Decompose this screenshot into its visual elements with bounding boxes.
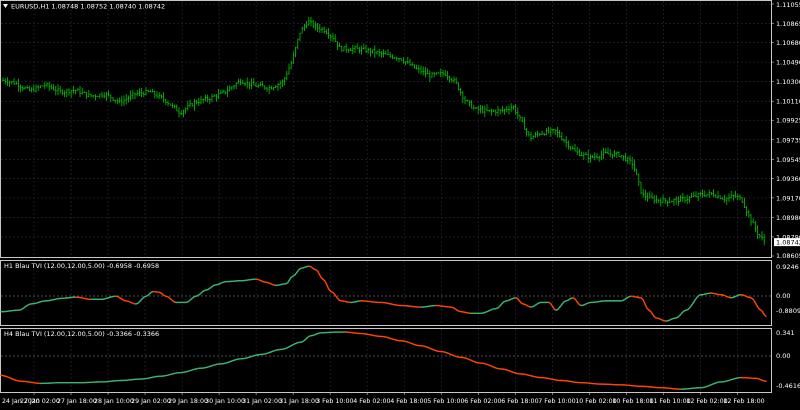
price-y-label: 1.09170 [776, 194, 800, 202]
price-y-label: 1.09735 [776, 136, 800, 144]
time-x-label: 31 Jan 18:00 [279, 398, 319, 405]
price-y-label: 1.10490 [776, 59, 800, 67]
time-x-label: 29 Jan 02:00 [131, 398, 171, 405]
current-price-label: 1.08742 [776, 238, 800, 246]
time-x-label: 27 Jan 02:00 [20, 398, 60, 405]
time-x-label: 4 Feb 02:00 [353, 398, 390, 405]
time-x-label: 11 Feb 10:00 [649, 398, 690, 405]
time-x-label: 3 Feb 10:00 [316, 398, 353, 405]
h4-y-label-max: 0.341 [776, 329, 795, 337]
h1-y-label-max: 0.9246 [776, 263, 799, 271]
price-y-label: 1.09925 [776, 117, 800, 125]
time-x-label: 28 Jan 10:00 [94, 398, 134, 405]
time-x-label: 12 Feb 02:00 [686, 398, 727, 405]
time-x-label: 30 Jan 10:00 [205, 398, 245, 405]
h4-y-label-min: -0.4616 [776, 382, 800, 390]
price-y-label: 1.09360 [776, 175, 800, 183]
main-panel-title: EURUSD,H1 1.08748 1.08752 1.08740 1.0874… [11, 3, 165, 11]
chart-background [0, 0, 800, 408]
time-x-label: 5 Feb 10:00 [427, 398, 464, 405]
chart-canvas[interactable]: 1.11055 1.10865 1.10680 1.10490 1.10300 1.101… [0, 0, 800, 408]
time-x-label: 6 Feb 18:00 [501, 398, 538, 405]
price-y-label: 1.09545 [776, 156, 800, 164]
h1-panel-title: H1 Blau TVI (12.00,12.00,5.00) -0.6958 -… [4, 262, 159, 270]
time-x-label: 7 Feb 10:00 [538, 398, 575, 405]
current-price-tag: 1.08742 [774, 238, 800, 246]
time-x-label: 31 Jan 02:00 [242, 398, 282, 405]
time-x-label: 29 Jan 18:00 [168, 398, 208, 405]
time-x-label: 4 Feb 18:00 [390, 398, 427, 405]
price-y-label: 1.10680 [776, 39, 800, 47]
h1-y-label-zero: 0.00 [776, 292, 790, 300]
price-y-label: 1.10110 [776, 98, 800, 106]
price-y-label: 1.08605 [776, 252, 800, 260]
time-x-label: 10 Feb 18:00 [612, 398, 653, 405]
price-y-label: 1.11055 [776, 1, 800, 9]
h4-y-label-zero: 0.00 [776, 352, 790, 360]
price-y-label: 1.10865 [776, 20, 800, 28]
time-x-label: 12 Feb 18:00 [723, 398, 764, 405]
h4-panel-title: H4 Blau TVI (12.00,12.00,5.00) -0.3366 -… [4, 330, 159, 338]
time-x-label: 10 Feb 02:00 [575, 398, 616, 405]
price-y-label: 1.10300 [776, 78, 800, 86]
trading-chart[interactable]: 1.11055 1.10865 1.10680 1.10490 1.10300 1.101… [0, 0, 800, 408]
time-x-label: 27 Jan 18:00 [57, 398, 97, 405]
price-y-label: 1.08980 [776, 214, 800, 222]
h1-y-label-min: -0.8809 [776, 307, 800, 315]
time-x-label: 6 Feb 02:00 [464, 398, 501, 405]
